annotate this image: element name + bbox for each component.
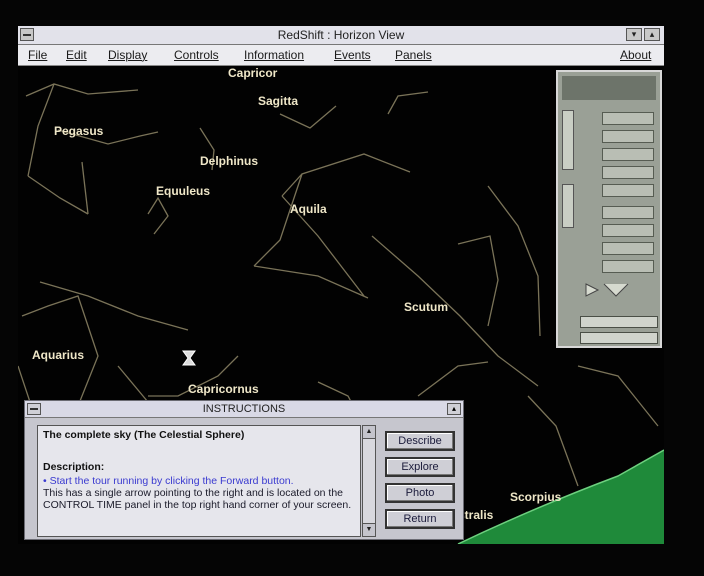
panel-button[interactable] [602,224,654,237]
menu-about[interactable]: About [620,48,651,62]
menu-bar: File Edit Display Controls Information E… [18,45,664,66]
label-scorpius: Scorpius [510,490,562,504]
window-title: RedShift : Horizon View [277,28,405,42]
panel-button[interactable] [602,260,654,273]
label-aquila: Aquila [290,202,327,216]
instructions-text[interactable]: The complete sky (The Celestial Sphere) … [37,425,361,537]
dialog-title: INSTRUCTIONS [25,401,463,418]
menu-information[interactable]: Information [244,48,304,62]
panel-button[interactable] [602,184,654,197]
maximize-button[interactable]: ▴ [644,28,660,41]
panel-button[interactable] [602,206,654,219]
panel-button[interactable] [602,130,654,143]
instructions-body: This has a single arrow pointing to the … [43,487,352,511]
menu-display[interactable]: Display [108,48,147,62]
dialog-maximize-button[interactable]: ▴ [447,403,461,415]
explore-button[interactable]: Explore [385,457,455,477]
label-scutum: Scutum [404,300,449,314]
hourglass-cursor-icon [182,350,196,366]
title-bar: RedShift : Horizon View ▾ ▴ [18,26,664,45]
panel-side-strip [562,184,574,228]
instructions-scrollbar[interactable]: ▲ ▼ [362,425,376,537]
forward-arrows-icon[interactable] [582,280,642,300]
instructions-dialog: INSTRUCTIONS ▴ The complete sky (The Cel… [24,400,464,540]
dialog-system-button[interactable] [27,403,41,415]
menu-file[interactable]: File [28,48,47,62]
panel-side-strip [562,110,574,170]
label-sagitta: Sagitta [258,94,299,108]
describe-button[interactable]: Describe [385,431,455,451]
photo-button[interactable]: Photo [385,483,455,503]
label-equuleus: Equuleus [156,184,211,198]
return-button[interactable]: Return [385,509,455,529]
panel-button[interactable] [602,112,654,125]
instructions-bullet: • Start the tour running by clicking the… [43,475,294,487]
panel-header [562,76,656,100]
label-capricornus: Capricornus [188,382,259,396]
control-time-panel [556,70,662,348]
panel-button[interactable] [602,166,654,179]
scroll-up-arrow-icon[interactable]: ▲ [363,426,375,439]
label-aquarius: Aquarius [32,348,85,362]
label-capricornus-top: Capricor [228,66,278,80]
label-delphinus: Delphinus [200,154,259,168]
app-window: RedShift : Horizon View ▾ ▴ File Edit Di… [18,26,664,544]
description-label: Description: [43,461,105,473]
scroll-down-arrow-icon[interactable]: ▼ [363,523,375,536]
instructions-heading: The complete sky (The Celestial Sphere) [43,429,245,441]
panel-button[interactable] [602,148,654,161]
panel-date-field[interactable] [580,316,658,328]
menu-controls[interactable]: Controls [174,48,219,62]
menu-edit[interactable]: Edit [66,48,87,62]
menu-events[interactable]: Events [334,48,371,62]
label-pegasus: Pegasus [54,124,104,138]
minimize-button[interactable]: ▾ [626,28,642,41]
panel-time-field[interactable] [580,332,658,344]
panel-button[interactable] [602,242,654,255]
menu-panels[interactable]: Panels [395,48,432,62]
